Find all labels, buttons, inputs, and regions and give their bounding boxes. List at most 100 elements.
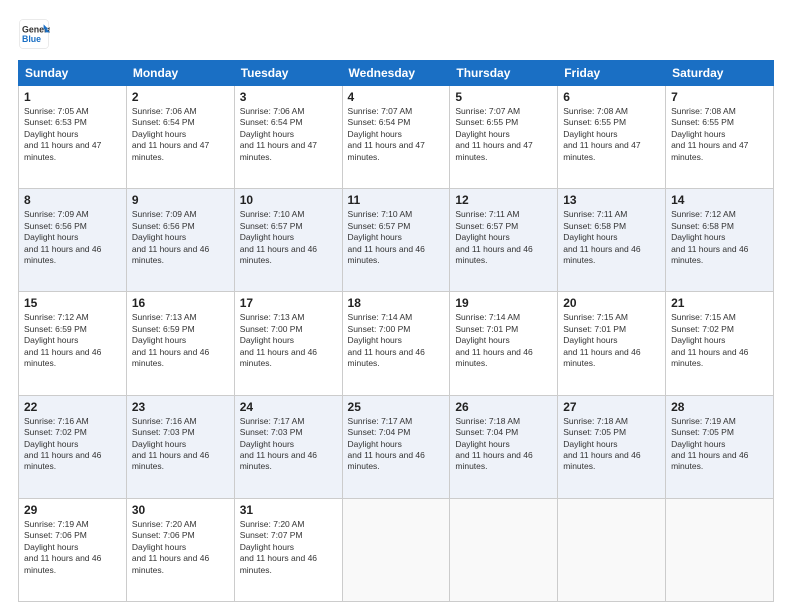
weekday-header-thursday: Thursday (450, 61, 558, 86)
weekday-header-saturday: Saturday (666, 61, 774, 86)
daylight-label: Daylight hours (563, 129, 617, 139)
daylight-label: Daylight hours (240, 335, 294, 345)
weekday-header-friday: Friday (558, 61, 666, 86)
daylight-duration: and 11 hours and 46 minutes. (24, 244, 101, 265)
day-number: 23 (132, 400, 229, 414)
sunset-label: Sunset: 7:04 PM (455, 427, 518, 437)
day-info: Sunrise: 7:18 AM Sunset: 7:04 PM Dayligh… (455, 416, 552, 473)
daylight-label: Daylight hours (671, 439, 725, 449)
daylight-duration: and 11 hours and 46 minutes. (671, 244, 748, 265)
sunrise-label: Sunrise: 7:09 AM (24, 209, 89, 219)
calendar-day-27: 27 Sunrise: 7:18 AM Sunset: 7:05 PM Dayl… (558, 395, 666, 498)
daylight-duration: and 11 hours and 47 minutes. (24, 140, 101, 161)
day-number: 11 (348, 193, 445, 207)
daylight-label: Daylight hours (348, 129, 402, 139)
daylight-duration: and 11 hours and 46 minutes. (24, 553, 101, 574)
daylight-duration: and 11 hours and 47 minutes. (563, 140, 640, 161)
day-number: 19 (455, 296, 552, 310)
day-number: 30 (132, 503, 229, 517)
day-number: 26 (455, 400, 552, 414)
sunset-label: Sunset: 7:02 PM (24, 427, 87, 437)
day-number: 7 (671, 90, 768, 104)
sunrise-label: Sunrise: 7:07 AM (348, 106, 413, 116)
day-info: Sunrise: 7:05 AM Sunset: 6:53 PM Dayligh… (24, 106, 121, 163)
day-number: 12 (455, 193, 552, 207)
calendar-day-16: 16 Sunrise: 7:13 AM Sunset: 6:59 PM Dayl… (126, 292, 234, 395)
sunset-label: Sunset: 6:55 PM (563, 117, 626, 127)
day-info: Sunrise: 7:14 AM Sunset: 7:01 PM Dayligh… (455, 312, 552, 369)
day-info: Sunrise: 7:08 AM Sunset: 6:55 PM Dayligh… (563, 106, 660, 163)
day-info: Sunrise: 7:09 AM Sunset: 6:56 PM Dayligh… (24, 209, 121, 266)
sunrise-label: Sunrise: 7:13 AM (240, 312, 305, 322)
day-info: Sunrise: 7:08 AM Sunset: 6:55 PM Dayligh… (671, 106, 768, 163)
sunset-label: Sunset: 7:05 PM (563, 427, 626, 437)
sunset-label: Sunset: 6:54 PM (348, 117, 411, 127)
sunset-label: Sunset: 7:02 PM (671, 324, 734, 334)
calendar-table: SundayMondayTuesdayWednesdayThursdayFrid… (18, 60, 774, 602)
day-number: 13 (563, 193, 660, 207)
day-number: 22 (24, 400, 121, 414)
sunrise-label: Sunrise: 7:08 AM (671, 106, 736, 116)
sunrise-label: Sunrise: 7:13 AM (132, 312, 197, 322)
day-number: 10 (240, 193, 337, 207)
sunrise-label: Sunrise: 7:12 AM (671, 209, 736, 219)
day-number: 16 (132, 296, 229, 310)
day-info: Sunrise: 7:06 AM Sunset: 6:54 PM Dayligh… (132, 106, 229, 163)
sunset-label: Sunset: 7:07 PM (240, 530, 303, 540)
sunrise-label: Sunrise: 7:07 AM (455, 106, 520, 116)
daylight-duration: and 11 hours and 46 minutes. (132, 244, 209, 265)
empty-cell (558, 498, 666, 601)
sunset-label: Sunset: 7:00 PM (240, 324, 303, 334)
daylight-label: Daylight hours (671, 129, 725, 139)
daylight-label: Daylight hours (563, 439, 617, 449)
sunrise-label: Sunrise: 7:06 AM (132, 106, 197, 116)
daylight-duration: and 11 hours and 46 minutes. (132, 347, 209, 368)
daylight-label: Daylight hours (563, 335, 617, 345)
daylight-duration: and 11 hours and 46 minutes. (563, 347, 640, 368)
sunrise-label: Sunrise: 7:15 AM (671, 312, 736, 322)
daylight-duration: and 11 hours and 46 minutes. (348, 244, 425, 265)
calendar-day-9: 9 Sunrise: 7:09 AM Sunset: 6:56 PM Dayli… (126, 189, 234, 292)
sunrise-label: Sunrise: 7:12 AM (24, 312, 89, 322)
daylight-label: Daylight hours (348, 439, 402, 449)
header: General Blue (18, 18, 774, 50)
calendar-day-6: 6 Sunrise: 7:08 AM Sunset: 6:55 PM Dayli… (558, 86, 666, 189)
daylight-label: Daylight hours (240, 439, 294, 449)
sunrise-label: Sunrise: 7:17 AM (348, 416, 413, 426)
day-info: Sunrise: 7:13 AM Sunset: 7:00 PM Dayligh… (240, 312, 337, 369)
sunset-label: Sunset: 7:06 PM (132, 530, 195, 540)
daylight-duration: and 11 hours and 46 minutes. (132, 553, 209, 574)
empty-cell (666, 498, 774, 601)
sunrise-label: Sunrise: 7:20 AM (240, 519, 305, 529)
day-info: Sunrise: 7:07 AM Sunset: 6:54 PM Dayligh… (348, 106, 445, 163)
daylight-label: Daylight hours (132, 335, 186, 345)
daylight-duration: and 11 hours and 47 minutes. (455, 140, 532, 161)
day-info: Sunrise: 7:10 AM Sunset: 6:57 PM Dayligh… (348, 209, 445, 266)
day-number: 4 (348, 90, 445, 104)
daylight-label: Daylight hours (24, 439, 78, 449)
sunrise-label: Sunrise: 7:11 AM (455, 209, 519, 219)
sunrise-label: Sunrise: 7:15 AM (563, 312, 628, 322)
day-info: Sunrise: 7:15 AM Sunset: 7:01 PM Dayligh… (563, 312, 660, 369)
day-number: 6 (563, 90, 660, 104)
day-info: Sunrise: 7:16 AM Sunset: 7:02 PM Dayligh… (24, 416, 121, 473)
day-number: 31 (240, 503, 337, 517)
day-number: 20 (563, 296, 660, 310)
daylight-label: Daylight hours (132, 439, 186, 449)
daylight-label: Daylight hours (132, 129, 186, 139)
sunset-label: Sunset: 7:01 PM (455, 324, 518, 334)
page: General Blue SundayMondayTuesdayWednesda… (0, 0, 792, 612)
calendar-day-30: 30 Sunrise: 7:20 AM Sunset: 7:06 PM Dayl… (126, 498, 234, 601)
sunrise-label: Sunrise: 7:20 AM (132, 519, 197, 529)
sunset-label: Sunset: 7:06 PM (24, 530, 87, 540)
calendar-day-26: 26 Sunrise: 7:18 AM Sunset: 7:04 PM Dayl… (450, 395, 558, 498)
daylight-label: Daylight hours (563, 232, 617, 242)
daylight-label: Daylight hours (671, 335, 725, 345)
calendar-day-31: 31 Sunrise: 7:20 AM Sunset: 7:07 PM Dayl… (234, 498, 342, 601)
calendar-day-4: 4 Sunrise: 7:07 AM Sunset: 6:54 PM Dayli… (342, 86, 450, 189)
sunset-label: Sunset: 6:57 PM (455, 221, 518, 231)
day-info: Sunrise: 7:12 AM Sunset: 6:58 PM Dayligh… (671, 209, 768, 266)
daylight-label: Daylight hours (348, 335, 402, 345)
day-info: Sunrise: 7:13 AM Sunset: 6:59 PM Dayligh… (132, 312, 229, 369)
day-number: 9 (132, 193, 229, 207)
